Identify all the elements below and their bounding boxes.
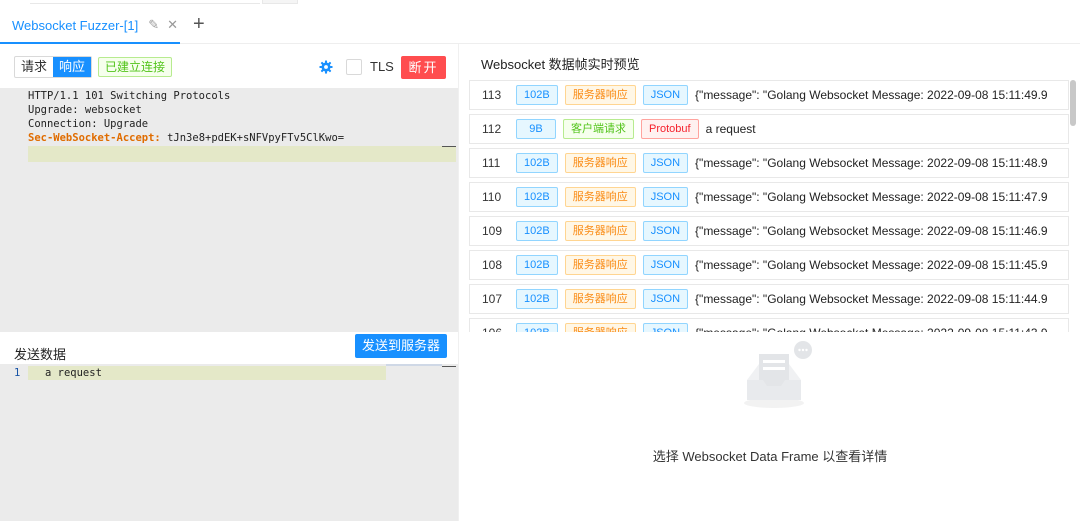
frame-direction-badge: 服务器响应 xyxy=(564,187,636,207)
frame-format-badge: Protobuf xyxy=(641,119,699,139)
scrollbar-thumb[interactable] xyxy=(1070,80,1076,126)
frame-direction-badge: 服务器响应 xyxy=(564,153,636,173)
request-response-switch: 请求 响应 xyxy=(14,56,93,78)
frame-format-badge: JSON xyxy=(642,255,689,275)
frame-format-badge: JSON xyxy=(642,221,689,241)
frames-title: Websocket 数据帧实时预览 xyxy=(481,57,640,72)
plus-icon[interactable]: + xyxy=(193,14,205,34)
tls-checkbox[interactable] xyxy=(346,59,362,75)
frame-format-badge: JSON xyxy=(642,85,689,105)
frame-format-badge: JSON xyxy=(642,187,689,207)
frame-direction-badge: 客户端请求 xyxy=(563,119,634,139)
response-line: HTTP/1.1 101 Switching Protocols xyxy=(28,90,231,102)
frame-format-badge: JSON xyxy=(642,153,689,173)
frame-row[interactable]: 111 102B 服务器响应 JSON {"message": "Golang Webs… xyxy=(469,148,1069,178)
frame-row[interactable]: 113 102B 服务器响应 JSON {"message": "Golang Webs… xyxy=(469,80,1069,110)
frame-message: {"message": "Golang Websocket Message: 2… xyxy=(695,156,1048,170)
frame-id: 113 xyxy=(482,88,502,102)
tab-ghost xyxy=(30,0,260,4)
header-key: Sec-WebSocket-Accept: xyxy=(28,132,161,144)
empty-hint: 选择 Websocket Data Frame 以查看详情 xyxy=(652,449,888,464)
editor-ruler xyxy=(442,146,456,147)
disconnect-button[interactable]: 断开 xyxy=(401,56,446,79)
tab-websocket-fuzzer[interactable]: Websocket Fuzzer-[1] ✎ ✕ xyxy=(0,8,180,44)
send-title: 发送数据 xyxy=(14,347,67,362)
frame-size-badge: 102B xyxy=(516,323,558,332)
frame-size-badge: 102B xyxy=(516,255,558,275)
frame-message: {"message": "Golang Websocket Message: 2… xyxy=(695,258,1048,272)
frame-direction-badge: 服务器响应 xyxy=(564,255,636,275)
frames-list: 113 102B 服务器响应 JSON {"message": "Golang Webs… xyxy=(469,80,1069,332)
gear-icon[interactable] xyxy=(319,60,333,74)
frame-id: 112 xyxy=(482,122,502,136)
send-content: a request xyxy=(45,367,102,379)
send-editor[interactable]: 1 a request xyxy=(0,364,458,521)
line-number: 1 xyxy=(14,367,21,379)
tab-title: Websocket Fuzzer-[1] xyxy=(12,17,139,33)
frame-size-badge: 102B xyxy=(516,153,558,173)
frame-message: {"message": "Golang Websocket Message: 2… xyxy=(695,190,1048,204)
request-panel: 请求 响应 已建立连接 TLS 断开 HTTP/1.1 101 Switchin… xyxy=(0,44,458,521)
frame-id: 106 xyxy=(470,326,516,332)
header-value: tJn3e8+pdEK+sNFVpyFTv5ClKwo= xyxy=(160,132,345,144)
request-tab[interactable]: 请求 xyxy=(15,57,53,77)
editor-ruler xyxy=(442,366,456,367)
frame-direction-badge: 服务器响应 xyxy=(564,323,636,332)
frame-size-badge: 102B xyxy=(516,187,558,207)
editor-shade xyxy=(386,364,442,366)
response-line: Upgrade: websocket xyxy=(28,104,142,116)
current-line-highlight xyxy=(28,146,456,162)
frame-row[interactable]: 109 102B 服务器响应 JSON {"message": "Golang Webs… xyxy=(469,216,1069,246)
frame-row[interactable]: 106102B 服务器响应 JSON {"message": "Golang Webs… xyxy=(469,318,1069,332)
frame-id: 109 xyxy=(482,224,503,238)
frame-row[interactable]: 107 102B 服务器响应 JSON {"message": "Golang Webs… xyxy=(469,284,1069,314)
request-toolbar: 请求 响应 已建立连接 TLS 断开 xyxy=(0,44,458,88)
response-editor[interactable]: HTTP/1.1 101 Switching Protocols Upgrade… xyxy=(0,88,458,361)
frame-message: a request xyxy=(705,122,756,136)
tab-ghost xyxy=(262,0,298,4)
frame-format-badge: JSON xyxy=(642,323,689,332)
response-tab[interactable]: 响应 xyxy=(53,57,92,77)
frame-size-badge: 9B xyxy=(516,119,556,139)
frame-message: {"message": "Golang Websocket Message: 2… xyxy=(695,88,1048,102)
frame-size-badge: 102B xyxy=(516,289,558,309)
frame-format-badge: JSON xyxy=(642,289,689,309)
frame-direction-badge: 服务器响应 xyxy=(564,289,636,309)
tab-bar: Websocket Fuzzer-[1] ✎ ✕ + xyxy=(0,0,1080,44)
frame-message: {"message": "Golang Websocket Message: 2… xyxy=(695,326,1048,332)
response-line-text: Connection: Upgrade xyxy=(28,118,149,130)
frame-id: 111 xyxy=(482,156,501,170)
frames-panel: Websocket 数据帧实时预览 113 102B 服务器响应 JSON {"mess… xyxy=(458,44,1080,521)
frame-row[interactable]: 108 102B 服务器响应 JSON {"message": "Golang Webs… xyxy=(469,250,1069,280)
response-line: Sec-WebSocket-Accept: tJn3e8+pdEK+sNFVpy… xyxy=(28,132,344,144)
frame-message: {"message": "Golang Websocket Message: 2… xyxy=(695,224,1048,238)
tls-label: TLS xyxy=(370,59,394,74)
connection-status-badge: 已建立连接 xyxy=(98,57,173,77)
frame-id: 108 xyxy=(482,258,503,272)
frame-id: 107 xyxy=(482,292,503,306)
response-line: Connection: Upgrade xyxy=(28,118,148,130)
frame-direction-badge: 服务器响应 xyxy=(564,221,636,241)
tab-strip-top xyxy=(0,0,1080,5)
frame-direction-badge: 服务器响应 xyxy=(564,85,636,105)
frame-row[interactable]: 112 9B 客户端请求 Protobuf a request xyxy=(469,114,1069,144)
frame-message: {"message": "Golang Websocket Message: 2… xyxy=(695,292,1048,306)
close-icon[interactable]: ✕ xyxy=(167,17,178,33)
frame-size-badge: 102B xyxy=(516,221,558,241)
pencil-icon[interactable]: ✎ xyxy=(148,17,159,33)
frame-size-badge: 102B xyxy=(516,85,558,105)
frame-row[interactable]: 110 102B 服务器响应 JSON {"message": "Golang Webs… xyxy=(469,182,1069,212)
frame-id: 110 xyxy=(482,190,502,204)
send-to-server-button[interactable]: 发送到服务器 xyxy=(355,334,447,358)
empty-inbox-icon xyxy=(744,341,812,408)
